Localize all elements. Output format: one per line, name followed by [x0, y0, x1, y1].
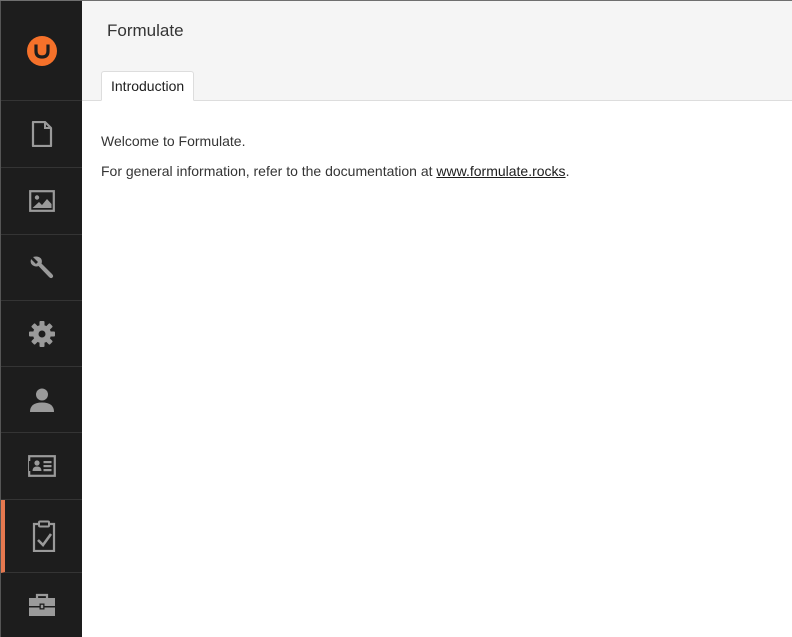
id-card-icon	[27, 455, 56, 477]
sidebar-item-formulate[interactable]	[1, 500, 82, 573]
intro-content: Welcome to Formulate. For general inform…	[101, 132, 569, 192]
gear-icon	[28, 320, 55, 347]
app-window: Formulate Introduction Welcome to Formul…	[0, 0, 792, 637]
logo-cell[interactable]	[1, 1, 82, 101]
briefcase-icon	[28, 593, 55, 616]
info-suffix: .	[565, 163, 570, 179]
wrench-icon	[30, 256, 53, 278]
info-prefix: For general information, refer to the do…	[101, 163, 437, 179]
sidebar-item-members[interactable]	[1, 433, 82, 500]
info-text: For general information, refer to the do…	[101, 162, 569, 180]
sidebar-item-users[interactable]	[1, 367, 82, 433]
sidebar-item-settings[interactable]	[1, 235, 82, 301]
tab-introduction[interactable]: Introduction	[101, 71, 195, 101]
document-icon	[31, 121, 52, 147]
sidebar-item-media[interactable]	[1, 168, 82, 235]
page-title: Formulate	[107, 21, 184, 40]
umbraco-logo-icon[interactable]	[26, 35, 58, 67]
page-header: Formulate Introduction	[82, 1, 792, 101]
main-panel: Formulate Introduction Welcome to Formul…	[82, 1, 792, 637]
documentation-link[interactable]: www.formulate.rocks	[436, 163, 565, 179]
sidebar	[0, 1, 82, 637]
user-icon	[29, 388, 54, 412]
clipboard-check-icon	[32, 520, 55, 552]
sidebar-item-developer[interactable]	[1, 301, 82, 367]
image-icon	[28, 190, 55, 212]
sidebar-item-content[interactable]	[1, 101, 82, 168]
sidebar-item-deploy[interactable]	[1, 573, 82, 637]
welcome-text: Welcome to Formulate.	[101, 133, 246, 149]
